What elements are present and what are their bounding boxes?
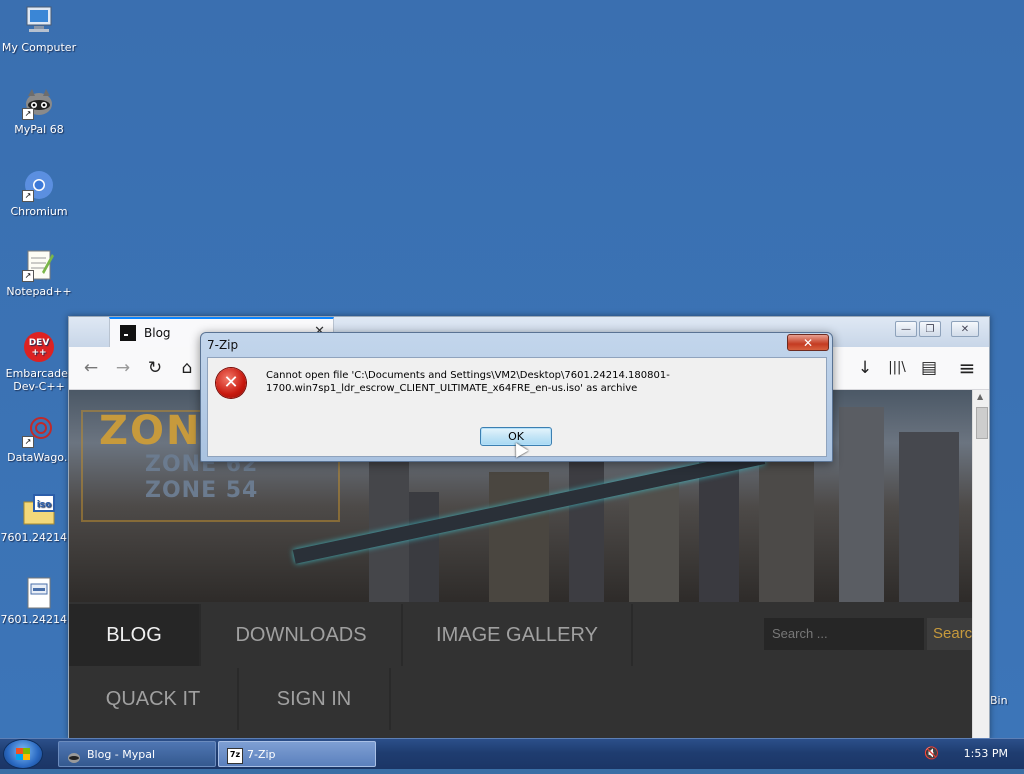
menu-item-quack-it[interactable]: QUACK IT — [69, 668, 239, 730]
taskbar-button-mypal[interactable]: Blog - Mypal — [58, 741, 216, 767]
error-message: Cannot open file 'C:\Documents and Setti… — [266, 370, 670, 394]
download-icon[interactable]: ↓ — [853, 357, 877, 379]
search-input[interactable]: Search ... — [764, 618, 924, 650]
dev-cpp-icon: DEV ++ — [22, 330, 56, 364]
home-icon[interactable]: ⌂ — [175, 357, 199, 379]
menu-item-blog[interactable]: BLOG — [69, 604, 201, 666]
raccoon-browser-icon: ↗ — [22, 86, 56, 120]
desktop-icon-label: DataWago.. — [7, 451, 71, 464]
desktop-icon-label: My Computer — [1, 41, 77, 54]
menu-item-sign-in[interactable]: SIGN IN — [239, 668, 391, 730]
taskbar-button-label: 7-Zip — [247, 748, 276, 761]
desktop-icon-iso-file[interactable]: iso 7601.24214... — [0, 494, 78, 544]
desktop-icon-label-line1: Embarcader — [5, 367, 73, 380]
scrollbar-thumb[interactable] — [976, 407, 988, 439]
desktop-icon-my-computer[interactable]: My Computer — [0, 4, 78, 54]
computer-icon — [22, 4, 56, 38]
desktop-icon-label: 7601.24214... — [0, 531, 78, 544]
clock[interactable]: 1:53 PM — [964, 747, 1008, 760]
desktop-icon-label: Chromium — [10, 205, 68, 218]
taskbar-button-label: Blog - Mypal — [87, 748, 156, 761]
desktop-icon-label: MyPal 68 — [14, 123, 64, 136]
datawagon-icon: ↗ — [22, 414, 56, 448]
speaker-icon[interactable]: 🔇 — [924, 746, 939, 760]
minimize-button[interactable]: — — [895, 321, 917, 337]
svg-text:++: ++ — [31, 348, 46, 358]
desktop-icon-mypal[interactable]: ↗ MyPal 68 — [0, 86, 78, 136]
shortcut-arrow-icon: ↗ — [22, 190, 34, 202]
system-tray: 🔇 1:53 PM — [914, 739, 1024, 769]
menu-item-downloads[interactable]: DOWNLOADS — [201, 604, 403, 666]
menu-item-image-gallery[interactable]: IMAGE GALLERY — [403, 604, 633, 666]
svg-text:iso: iso — [37, 500, 52, 510]
desktop-icon-chromium[interactable]: ↗ Chromium — [0, 168, 78, 218]
file-icon — [22, 576, 56, 610]
desktop-icon-datawagon[interactable]: ↗ DataWago.. — [0, 414, 78, 464]
desktop-icon-label: 7601.24214... — [0, 613, 78, 626]
notepad-plus-plus-icon: ↗ — [22, 248, 56, 282]
tab-title: Blog — [144, 326, 171, 340]
desktop-icon-file[interactable]: 7601.24214... — [0, 576, 78, 626]
library-icon[interactable]: |||\ — [885, 357, 909, 379]
desktop-icon-label-line2: Dev-C++ — [13, 380, 65, 393]
reload-icon[interactable]: ↻ — [143, 357, 167, 379]
hamburger-menu-icon[interactable]: ≡ — [955, 357, 979, 379]
dialog-close-button[interactable]: ✕ — [787, 334, 829, 351]
forward-icon[interactable]: → — [111, 357, 135, 379]
site-menu: BLOG DOWNLOADS IMAGE GALLERY QUACK IT SI… — [69, 602, 972, 739]
close-window-button[interactable]: ✕ — [951, 321, 979, 337]
page-scrollbar[interactable]: ▲ — [972, 390, 989, 739]
shortcut-arrow-icon: ↗ — [22, 436, 34, 448]
desktop-icon-notepadpp[interactable]: ↗ Notepad++ — [0, 248, 78, 298]
error-icon: ✕ — [216, 368, 246, 398]
shortcut-arrow-icon: ↗ — [22, 108, 34, 120]
taskbar: Blog - Mypal 7z 7-Zip 🔇 1:53 PM — [0, 738, 1024, 769]
taskbar-button-7zip[interactable]: 7z 7-Zip — [218, 741, 376, 767]
restore-button[interactable]: ❐ — [919, 321, 941, 337]
svg-text:DEV: DEV — [29, 338, 50, 348]
shortcut-arrow-icon: ↗ — [22, 270, 34, 282]
scroll-up-icon[interactable]: ▲ — [977, 392, 983, 401]
desktop-icon-label: Notepad++ — [6, 285, 72, 298]
site-favicon-icon — [120, 325, 136, 341]
back-icon[interactable]: ← — [79, 357, 103, 379]
start-button[interactable] — [4, 740, 42, 768]
raccoon-browser-icon — [67, 748, 81, 763]
dialog-title: 7-Zip — [207, 338, 239, 352]
7zip-icon: 7z — [227, 748, 243, 764]
site-logo-sub2: ZONE 54 — [145, 478, 259, 503]
iso-file-icon: iso — [22, 494, 56, 528]
desktop-icon-devcpp[interactable]: DEV ++ Embarcader Dev-C++ — [0, 330, 78, 393]
search-button[interactable]: Search — [927, 618, 972, 650]
recycle-bin-label-partial[interactable]: Bin — [990, 694, 1008, 707]
sidebar-icon[interactable]: ▤ — [917, 357, 941, 379]
chromium-icon: ↗ — [22, 168, 56, 202]
